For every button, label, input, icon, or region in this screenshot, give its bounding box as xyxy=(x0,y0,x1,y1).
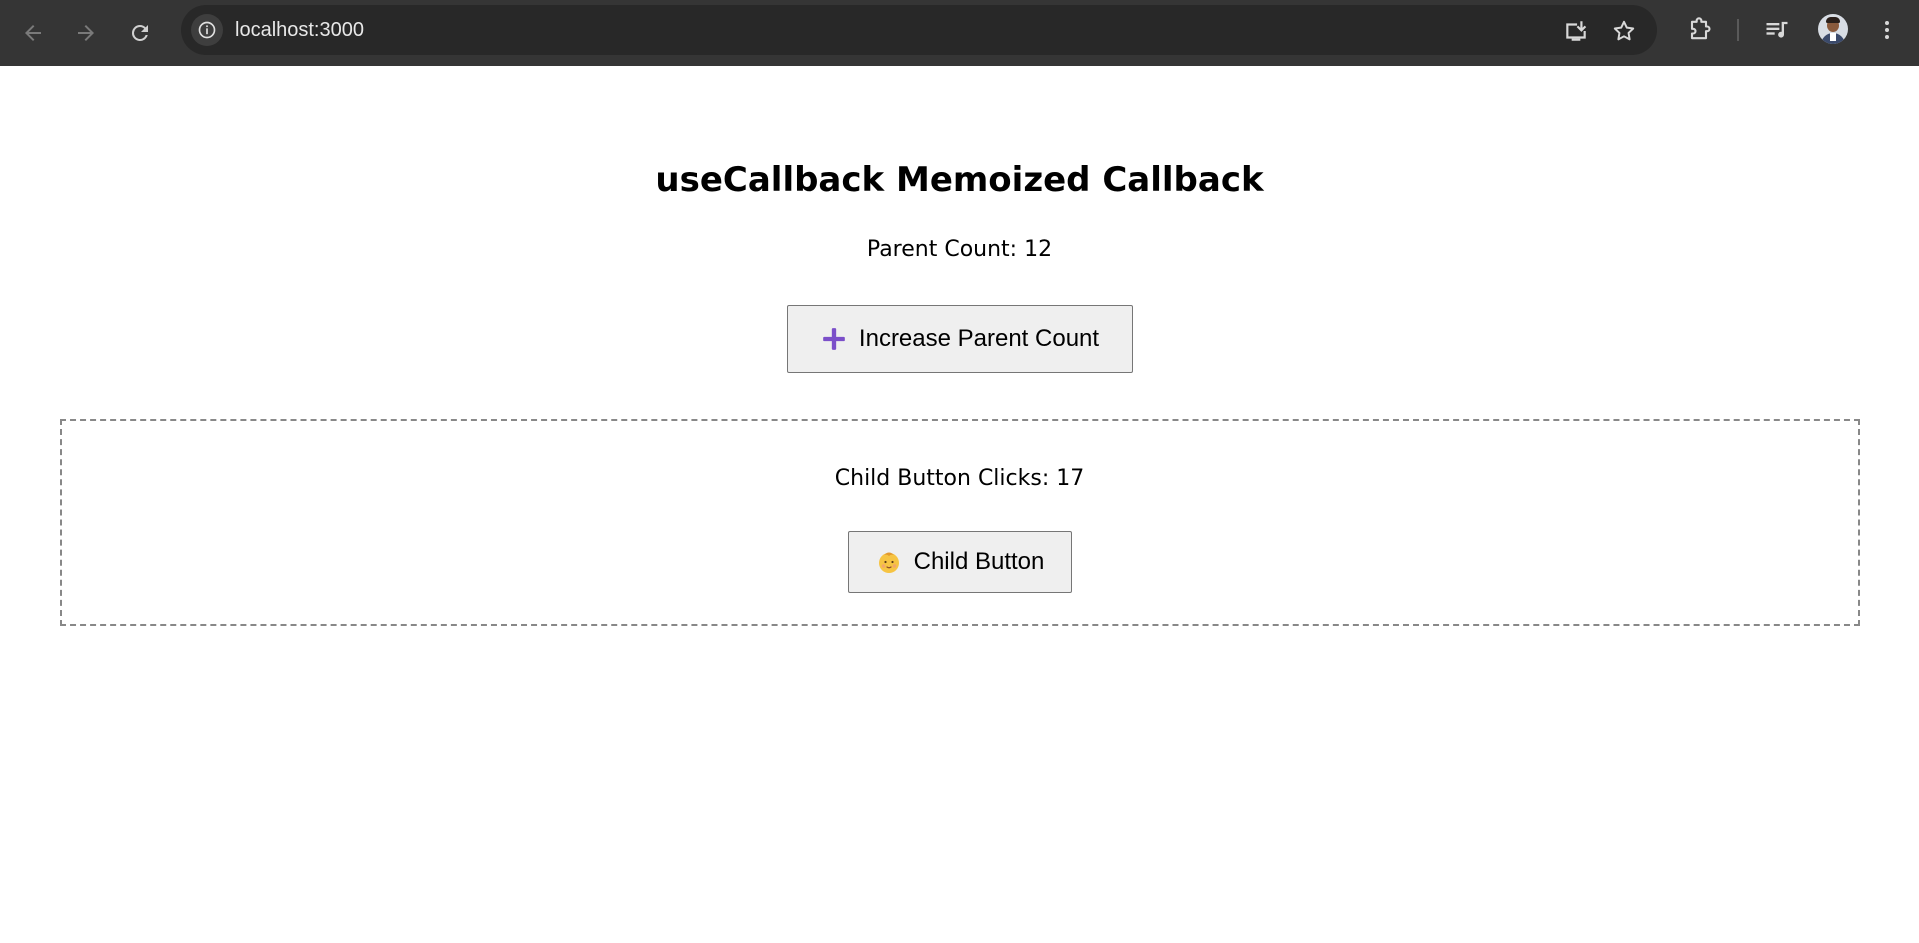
media-queue-icon xyxy=(1766,21,1788,38)
plus-icon xyxy=(823,328,845,350)
puzzle-icon xyxy=(1690,17,1711,40)
kebab-menu-icon xyxy=(1885,21,1889,39)
child-button[interactable]: Child Button xyxy=(848,531,1072,593)
avatar-hair xyxy=(1826,17,1840,23)
star-icon xyxy=(1613,20,1635,41)
avatar[interactable] xyxy=(1818,14,1848,44)
toolbar-divider xyxy=(1737,19,1739,41)
install-app-button[interactable] xyxy=(1563,18,1589,44)
browser-menu-button[interactable] xyxy=(1872,15,1902,45)
child-clicks-text: Child Button Clicks: 17 xyxy=(834,466,1085,491)
baby-icon xyxy=(878,552,899,573)
page-content: useCallback Memoized Callback Parent Cou… xyxy=(0,66,1919,943)
reload-button[interactable] xyxy=(120,13,160,53)
reload-icon xyxy=(131,24,148,41)
child-component-box xyxy=(60,419,1860,626)
bookmark-button[interactable] xyxy=(1611,18,1637,44)
parent-count-text: Parent Count: 12 xyxy=(866,237,1053,262)
media-controls-button[interactable] xyxy=(1762,15,1792,45)
arrow-left-icon xyxy=(25,25,41,41)
child-button-label: Child Button xyxy=(913,548,1045,575)
install-app-icon xyxy=(1566,21,1587,41)
forward-button[interactable] xyxy=(66,13,106,53)
address-bar[interactable]: localhost:3000 xyxy=(181,5,1657,55)
increase-parent-count-button[interactable]: Increase Parent Count xyxy=(787,305,1133,373)
back-button[interactable] xyxy=(13,13,53,53)
browser-toolbar: localhost:3000 xyxy=(0,0,1919,66)
info-icon xyxy=(198,21,216,39)
avatar-collar xyxy=(1830,33,1836,41)
site-info-button[interactable] xyxy=(191,14,223,46)
arrow-right-icon xyxy=(78,25,94,41)
page-title: useCallback Memoized Callback xyxy=(655,160,1264,200)
extensions-button[interactable] xyxy=(1684,15,1714,45)
url-text[interactable]: localhost:3000 xyxy=(235,5,364,55)
increase-parent-count-label: Increase Parent Count xyxy=(858,325,1100,352)
